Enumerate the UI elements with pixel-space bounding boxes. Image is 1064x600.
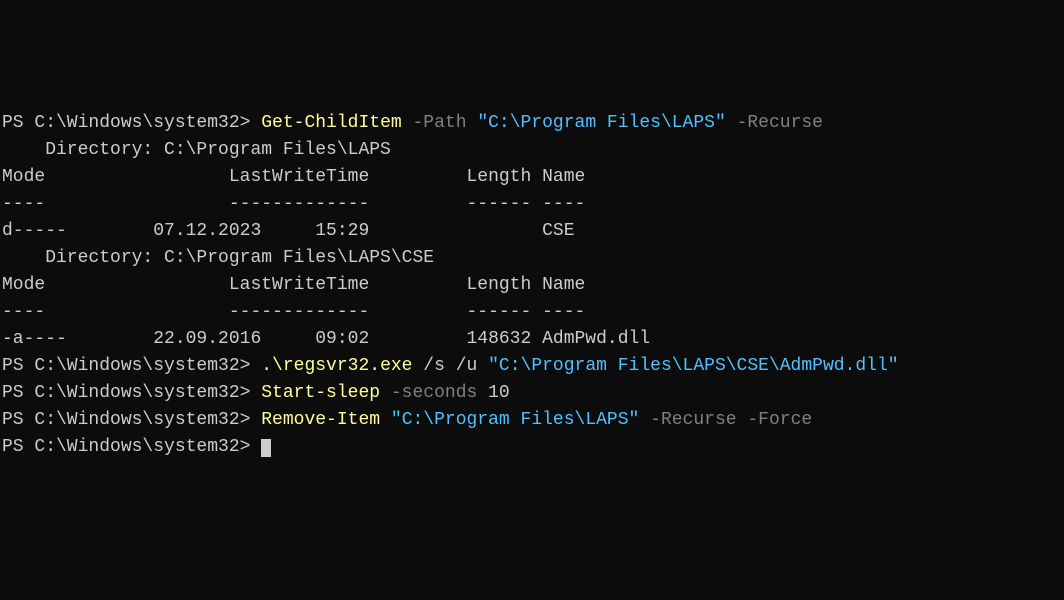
- string-arg: "C:\Program Files\LAPS\CSE\AdmPwd.dll": [488, 356, 898, 376]
- args: [380, 410, 391, 430]
- cursor: [261, 439, 271, 457]
- param: -Recurse -Force: [639, 410, 812, 430]
- prompt: PS C:\Windows\system32>: [2, 113, 261, 133]
- command-line-current[interactable]: PS C:\Windows\system32>: [2, 434, 1062, 461]
- param: -Path: [402, 113, 478, 133]
- table-header: Mode LastWriteTime Length Name: [2, 164, 1062, 191]
- command-line-4: PS C:\Windows\system32> Remove-Item "C:\…: [2, 407, 1062, 434]
- args: /s /u: [412, 356, 488, 376]
- table-separator: ---- ------------- ------ ----: [2, 299, 1062, 326]
- prompt: PS C:\Windows\system32>: [2, 383, 261, 403]
- cmdlet: Start-sleep: [261, 383, 380, 403]
- cmdlet: Get-ChildItem: [261, 113, 401, 133]
- prompt: PS C:\Windows\system32>: [2, 410, 261, 430]
- args: 10: [488, 383, 510, 403]
- param: -seconds: [380, 383, 488, 403]
- table-row: d----- 07.12.2023 15:29 CSE: [2, 218, 1062, 245]
- cmdlet: Remove-Item: [261, 410, 380, 430]
- prompt: PS C:\Windows\system32>: [2, 437, 261, 457]
- table-row: -a---- 22.09.2016 09:02 148632 AdmPwd.dl…: [2, 326, 1062, 353]
- table-header: Mode LastWriteTime Length Name: [2, 272, 1062, 299]
- command-line-2: PS C:\Windows\system32> .\regsvr32.exe /…: [2, 353, 1062, 380]
- directory-header: Directory: C:\Program Files\LAPS\CSE: [2, 245, 1062, 272]
- terminal[interactable]: PS C:\Windows\system32> Get-ChildItem -P…: [2, 110, 1062, 461]
- param: -Recurse: [726, 113, 823, 133]
- string-arg: "C:\Program Files\LAPS": [477, 113, 725, 133]
- cmdlet: .\regsvr32.exe: [261, 356, 412, 376]
- string-arg: "C:\Program Files\LAPS": [391, 410, 639, 430]
- directory-header: Directory: C:\Program Files\LAPS: [2, 137, 1062, 164]
- command-line-1: PS C:\Windows\system32> Get-ChildItem -P…: [2, 110, 1062, 137]
- command-line-3: PS C:\Windows\system32> Start-sleep -sec…: [2, 380, 1062, 407]
- table-separator: ---- ------------- ------ ----: [2, 191, 1062, 218]
- prompt: PS C:\Windows\system32>: [2, 356, 261, 376]
